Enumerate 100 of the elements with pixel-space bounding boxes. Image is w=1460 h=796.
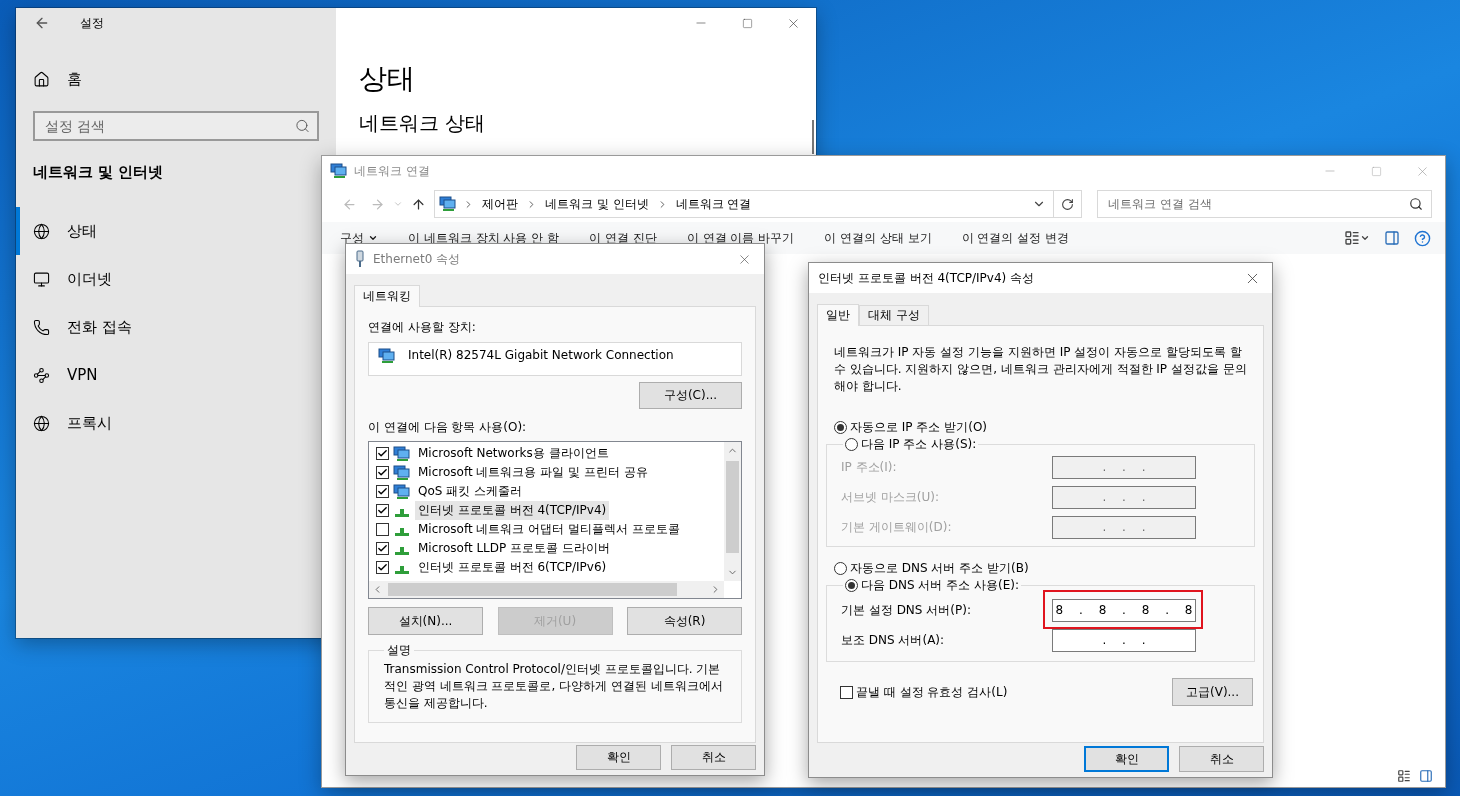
field-label: 서브넷 마스크(U):	[841, 489, 940, 505]
checkbox[interactable]	[376, 485, 389, 498]
breadcrumb[interactable]: 네트워크 연결	[673, 195, 754, 213]
list-item[interactable]: Microsoft Networks용 클라이언트	[415, 444, 612, 463]
help-icon	[1414, 229, 1431, 247]
field-label: 기본 설정 DNS 서버(P):	[841, 602, 972, 618]
ip-address-field[interactable]: 8 . 8 . 8 . 8	[1052, 598, 1196, 622]
list-view-icon	[1344, 230, 1360, 246]
scrollbar-thumb[interactable]	[388, 583, 677, 596]
refresh-icon	[1061, 197, 1074, 211]
check-icon	[377, 486, 388, 497]
view-options-button[interactable]	[1344, 230, 1370, 246]
home-icon	[33, 70, 50, 88]
breadcrumb[interactable]: 네트워크 및 인터넷	[543, 195, 651, 213]
field-label: IP 주소(I):	[841, 459, 898, 475]
field-label: 연결에 사용할 장치:	[368, 319, 477, 335]
toolbar-command[interactable]: 이 연결의 상태 보기	[824, 229, 932, 247]
scrollbar-thumb[interactable]	[726, 461, 739, 553]
check-icon	[377, 448, 388, 459]
toolbar-command[interactable]: 이 연결 진단	[589, 229, 657, 247]
section-heading: 네트워크 상태	[358, 110, 487, 137]
network-icon	[393, 445, 411, 462]
checkbox[interactable]	[376, 466, 389, 479]
search-icon	[295, 118, 310, 134]
device-name: Intel(R) 82574L Gigabit Network Connection	[408, 348, 674, 362]
dialog-button[interactable]: 확인	[576, 745, 661, 770]
nav-item[interactable]: 전화 접속	[16, 303, 320, 351]
plug-icon	[355, 250, 365, 268]
arrow-right-icon	[369, 196, 385, 212]
field-label: 보조 DNS 서버(A):	[841, 632, 946, 648]
maximize-icon	[1370, 165, 1382, 177]
group-title: 설명	[386, 642, 412, 659]
caret-icon	[393, 199, 403, 209]
page-title: 상태	[358, 61, 416, 97]
nav-item[interactable]: 이더넷	[16, 255, 320, 303]
radio-button[interactable]	[834, 420, 847, 434]
checkbox[interactable]	[376, 504, 389, 517]
checkbox[interactable]	[376, 447, 389, 460]
option-label: 자동으로 IP 주소 받기(O)	[850, 418, 988, 436]
globe-icon	[33, 414, 50, 432]
tab[interactable]: 일반	[817, 304, 859, 326]
help-button[interactable]	[1414, 229, 1431, 247]
phone-icon	[33, 318, 50, 336]
option-label: 다음 DNS 서버 주소 사용(E):	[861, 576, 1020, 594]
search-field[interactable]: 설정 검색	[33, 111, 319, 141]
network-icon	[439, 196, 457, 212]
large-icons-view-button[interactable]	[1419, 769, 1433, 783]
description-text: Transmission Control Protocol/인터넷 프로토콜입니다. 기본적인 광역 네트워크 프로토콜로, 다양하게 연결된 네트워크에서 통신을 제공합니다.	[384, 661, 724, 712]
breadcrumb[interactable]: 제어판	[480, 195, 520, 213]
list-view-icon	[1397, 769, 1411, 783]
list-item[interactable]: Microsoft 네트워크용 파일 및 프린터 공유	[415, 463, 651, 482]
toolbar-command[interactable]: 이 연결의 설정 변경	[961, 229, 1070, 247]
nav-item[interactable]: VPN	[16, 351, 320, 399]
pane-icon	[1419, 769, 1433, 783]
caret-icon	[1360, 233, 1370, 243]
home-link[interactable]: 홈	[16, 67, 82, 91]
dialog-button[interactable]: 취소	[1179, 746, 1264, 772]
radio-button[interactable]	[845, 437, 858, 451]
action-button[interactable]: 설치(N)...	[368, 607, 483, 635]
checkbox[interactable]	[840, 685, 853, 699]
tab[interactable]: 네트워킹	[354, 285, 420, 307]
network-icon	[393, 464, 411, 481]
caret-icon	[368, 233, 378, 243]
protocol-icon	[395, 509, 409, 517]
radio-button[interactable]	[834, 561, 847, 575]
dialog-title: 인터넷 프로토콜 버전 4(TCP/IPv4) 속성	[818, 269, 1035, 287]
protocol-icon	[395, 528, 409, 536]
network-icon	[378, 348, 396, 364]
dialog-title: Ethernet0 속성	[373, 250, 461, 268]
ip-address-field[interactable]: . . .	[1052, 628, 1196, 652]
monitor-icon	[33, 270, 50, 288]
advanced-button[interactable]: 고급(V)...	[1172, 678, 1253, 706]
option-label: 다음 IP 주소 사용(S):	[861, 435, 977, 453]
window-title: 설정	[80, 14, 104, 32]
radio-button[interactable]	[845, 578, 858, 592]
protocol-icon	[395, 547, 409, 555]
action-button[interactable]: 속성(R)	[627, 607, 742, 635]
list-item[interactable]: QoS 패킷 스케줄러	[415, 482, 526, 501]
network-icon	[393, 483, 411, 500]
nodes-icon	[33, 366, 50, 384]
dialog-button[interactable]: 취소	[671, 745, 756, 770]
tab[interactable]: 대체 구성	[859, 305, 929, 325]
checkbox[interactable]	[376, 523, 389, 536]
checkbox[interactable]	[376, 561, 389, 574]
list-item[interactable]: 인터넷 프로토콜 버전 6(TCP/IPv6)	[415, 558, 610, 577]
list-item[interactable]: 인터넷 프로토콜 버전 4(TCP/IPv4)	[415, 501, 610, 520]
radio-dot-icon	[837, 423, 844, 431]
list-item[interactable]: Microsoft 네트워크 어댑터 멀티플렉서 프로토콜	[415, 520, 683, 539]
search-icon	[1409, 197, 1423, 211]
checkbox[interactable]	[376, 542, 389, 555]
address-bar[interactable]: 제어판 네트워크 및 인터넷 네트워크 연결	[434, 190, 1082, 218]
details-view-button[interactable]	[1397, 769, 1411, 783]
maximize-icon	[741, 17, 753, 29]
nav-item[interactable]: 프록시	[16, 399, 320, 447]
pane-icon	[1384, 230, 1400, 246]
check-icon	[377, 543, 388, 554]
configure-button[interactable]: 구성(C)...	[639, 382, 742, 409]
preview-pane-button[interactable]	[1384, 230, 1400, 246]
dialog-button[interactable]: 확인	[1084, 746, 1169, 772]
list-item[interactable]: Microsoft LLDP 프로토콜 드라이버	[415, 539, 613, 558]
